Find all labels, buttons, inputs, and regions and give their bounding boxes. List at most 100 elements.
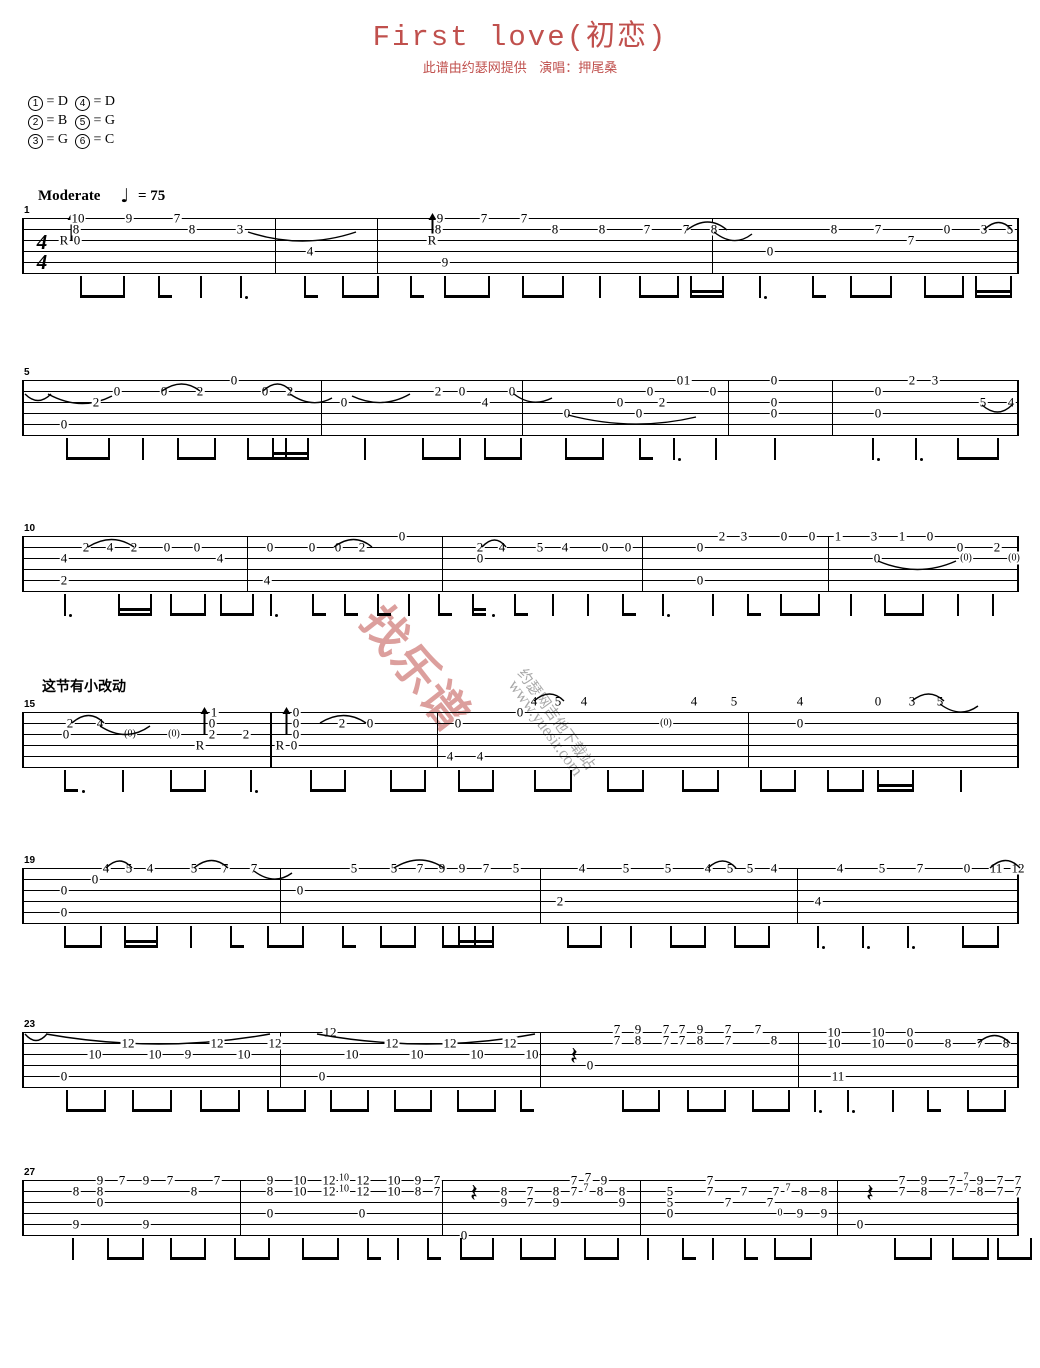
staff-line-4 <box>22 569 1018 570</box>
fret-number: 8 <box>187 221 197 237</box>
tab-staff[interactable]: 0 0 2 0 0 2 2 0 0 2 0 4 0 0 0 0 0 0 1 2 … <box>22 373 1019 436</box>
staff-line-2 <box>22 547 1018 548</box>
fret-number: 0 <box>645 383 655 399</box>
fret-number: 9 <box>499 1194 509 1210</box>
slur-arc <box>939 703 980 720</box>
fret-number: 0 <box>962 860 972 876</box>
staff-system-2[interactable]: 5 0 0 2 0 0 2 2 0 0 2 0 4 0 0 0 0 0 0 1 … <box>22 367 1019 466</box>
slur-arc <box>981 404 1014 419</box>
staff-system-3[interactable]: 10 2 4 2 0 0 4 4 2 0 0 0 2 0 4 2 4 5 4 0… <box>22 523 1021 622</box>
staff-system-1[interactable]: 1 4 4 10 9 7 8 8 3 R 0 4 9 9 7 7 8 8 8 7… <box>22 205 1019 304</box>
rhythm-row <box>22 592 1018 622</box>
page-subtitle: 此谱由约瑟网提供 演唱：押尾桑 <box>422 61 618 76</box>
fret-number: 7 <box>582 1181 590 1195</box>
staff-system-6[interactable]: 23 12 12 12 10 10 9 10 0 12 12 12 12 10 … <box>22 1019 1019 1118</box>
slur-arc <box>713 231 754 248</box>
tab-staff[interactable]: 2 4 0 (0) (0) 1 0 2 2 R 0 0 0 R 0 2 0 4 <box>22 693 1019 768</box>
fret-number: 0 <box>708 383 718 399</box>
fret-number: 0 <box>397 528 407 544</box>
staff-system-7[interactable]: 27 9 7 9 7 7 8 8 8 0 9 9 9 10 12 10 12 1… <box>22 1167 1032 1266</box>
fret-number: 4 <box>769 860 779 876</box>
barline-start <box>22 380 24 436</box>
staff-system-4[interactable]: 15 2 4 0 (0) (0) 1 0 2 2 R 0 0 0 R 0 2 0… <box>22 693 1019 798</box>
tempo-word: Moderate <box>38 188 101 204</box>
fret-number: 5 <box>535 539 545 555</box>
slur-arc <box>247 231 358 248</box>
barline-end <box>1017 1032 1019 1088</box>
fret-number: 12 <box>120 1035 136 1051</box>
fret-number: 0 <box>229 372 239 388</box>
barline <box>247 536 248 592</box>
fret-number: 0 <box>779 528 789 544</box>
barline <box>240 1180 241 1236</box>
fret-number: 7 <box>897 1183 907 1199</box>
tuning-cell-string4: 4 = D <box>75 94 122 113</box>
fret-number: 2 <box>433 383 443 399</box>
barline <box>797 868 798 924</box>
fret-number: R <box>58 232 70 248</box>
fret-number: 0 <box>695 539 705 555</box>
slur-arc <box>989 857 1022 870</box>
slur-arc <box>87 536 136 549</box>
slur-arc <box>686 218 729 232</box>
staff-system-5[interactable]: 19 4 5 4 5 7 7 0 0 0 5 5 7 9 9 7 5 0 4 5… <box>22 855 1026 954</box>
tab-staff[interactable]: 12 12 12 10 10 9 10 0 12 12 12 12 10 10 … <box>22 1022 1019 1088</box>
staff-line-1 <box>22 1032 1018 1033</box>
fret-number: 8 <box>799 1183 809 1199</box>
fret-number: 0 <box>769 372 779 388</box>
staff-line-4 <box>22 1065 1018 1066</box>
fret-number: 0 <box>585 1057 595 1073</box>
fret-number: 3 <box>235 221 245 237</box>
slur-arc <box>977 1032 1012 1045</box>
staff-line-5 <box>22 580 1018 581</box>
tuning-cell-string5: 5 = G <box>75 113 122 132</box>
staff-line-2 <box>22 229 1018 230</box>
tab-staff[interactable]: 9 7 9 7 7 8 8 8 0 9 9 9 10 12 10 12 10 9… <box>22 1170 1023 1242</box>
fret-number: 2 <box>657 394 667 410</box>
fret-number: 7 <box>1013 1183 1023 1199</box>
fret-number: 11 <box>830 1068 846 1084</box>
fret-number: 9 <box>71 1216 81 1232</box>
tuning-row: 1 = D 4 = D <box>28 94 122 113</box>
barline-start <box>22 218 24 274</box>
fret-number: 7 <box>873 221 883 237</box>
fret-number: 4 <box>262 572 272 588</box>
staff-line-4 <box>22 745 1018 746</box>
slur-arc <box>533 690 566 703</box>
fret-number: 2 <box>207 726 217 742</box>
fret-number: 4 <box>579 693 589 709</box>
fret-number: 0 <box>634 405 644 421</box>
staff-line-5 <box>22 1076 1018 1077</box>
fret-number: 0 <box>776 1206 784 1220</box>
fret-number: 0 <box>307 539 317 555</box>
fret-number: 10 <box>338 1182 350 1196</box>
fret-number: 1 <box>897 528 907 544</box>
fret-number: 8 <box>413 1183 423 1199</box>
tuning-row: 3 = G 6 = C <box>28 132 122 151</box>
slur-arc <box>253 870 294 887</box>
fret-number: 5 <box>745 860 755 876</box>
tuning-cell-string6: 6 = C <box>75 132 122 151</box>
fret-number: 7 <box>612 1032 622 1048</box>
fret-number: 0 <box>339 394 349 410</box>
fret-number: 8 <box>189 1183 199 1199</box>
fret-number: 7 <box>569 1183 579 1199</box>
measure-number: 15 <box>24 699 36 710</box>
measure-number: 10 <box>24 523 36 534</box>
tab-staff[interactable]: 2 4 2 0 0 4 4 2 0 0 0 2 0 4 2 4 5 4 0 0 … <box>22 529 1021 592</box>
tab-staff[interactable]: 4 5 4 5 7 7 0 0 0 5 5 7 9 9 7 5 0 4 5 5 … <box>22 859 1026 924</box>
fret-number: 0 <box>72 232 82 248</box>
fret-number: 7 <box>212 1172 222 1188</box>
fret-number: 5 <box>621 860 631 876</box>
measure-number: 27 <box>24 1167 36 1178</box>
rhythm-row <box>22 1236 1032 1266</box>
fret-number: 0 <box>925 528 935 544</box>
staff-line-5 <box>22 424 1018 425</box>
tab-staff[interactable]: 4 4 10 9 7 8 8 3 R 0 4 9 9 7 7 8 8 8 7 7… <box>22 211 1019 274</box>
fret-number: 0 <box>515 704 525 720</box>
staff-line-4 <box>22 901 1018 902</box>
barline-start <box>22 712 24 768</box>
fret-number: 7 <box>525 1194 535 1210</box>
fret-number: 4 <box>215 550 225 566</box>
fret-number: 9 <box>141 1172 151 1188</box>
